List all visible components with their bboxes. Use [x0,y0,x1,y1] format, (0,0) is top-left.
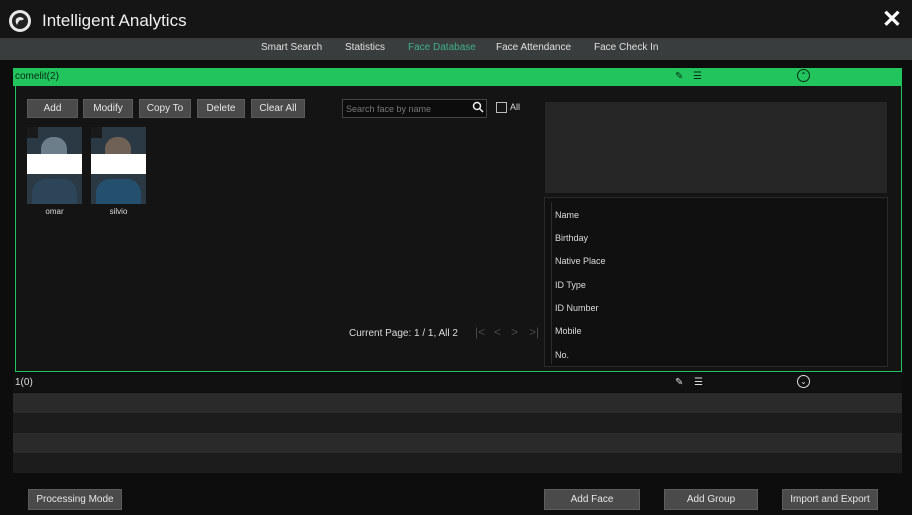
tab-statistics[interactable]: Statistics [345,42,385,53]
group-header-comelit[interactable]: comelit(2) ✎ ☰ ⌃ [13,68,902,86]
privacy-mask [27,154,82,174]
select-corner[interactable] [91,127,102,138]
tab-face-database[interactable]: Face Database [408,42,476,53]
processing-mode-button[interactable]: Processing Mode [28,489,122,510]
list-item [13,433,902,453]
tab-smart-search[interactable]: Smart Search [261,42,322,53]
list-item [13,453,902,473]
copy-to-button[interactable]: Copy To [139,99,191,118]
last-page-icon[interactable]: >| [529,325,539,339]
group-name: 1(0) [15,377,33,388]
tab-bar: Smart Search Statistics Face Database Fa… [0,38,912,60]
import-export-button[interactable]: Import and Export [782,489,878,510]
app-logo-icon [9,10,31,32]
face-card[interactable]: omar [27,127,82,216]
face-name: silvio [109,207,128,216]
next-page-icon[interactable]: > [511,325,518,339]
info-birthday-label: Birthday [555,233,589,243]
select-all-label: All [510,102,521,112]
privacy-mask [91,154,146,174]
trash-icon[interactable]: ☰ [693,71,702,82]
prev-page-icon[interactable]: < [494,325,501,339]
list-item [13,393,902,413]
search-input[interactable] [342,99,487,118]
add-group-button[interactable]: Add Group [664,489,758,510]
empty-list [13,393,902,473]
face-photo [27,127,82,204]
title-bar: Intelligent Analytics ✕ [0,0,912,38]
page-info: Current Page: 1 / 1, All 2 [349,328,458,339]
app-title: Intelligent Analytics [42,11,187,30]
chevron-down-icon[interactable]: ⌄ [797,375,810,388]
select-corner[interactable] [27,127,38,138]
list-item [13,413,902,433]
first-page-icon[interactable]: |< [475,325,485,339]
face-preview [545,102,887,193]
close-icon[interactable]: ✕ [882,8,902,32]
trash-icon[interactable]: ☰ [694,377,703,388]
select-all-checkbox[interactable] [496,102,507,113]
add-button[interactable]: Add [27,99,78,118]
info-name-label: Name [555,210,580,220]
add-face-button[interactable]: Add Face [544,489,640,510]
face-card[interactable]: silvio [91,127,146,216]
chevron-up-icon[interactable]: ⌃ [797,69,810,82]
face-info-panel: Name Birthday Native Place ID Type ID Nu… [544,197,888,367]
info-mobile-label: Mobile [555,326,582,336]
tab-face-check-in[interactable]: Face Check In [594,42,658,53]
group-header-1[interactable]: 1(0) ✎ ☰ ⌄ [13,374,902,392]
delete-button[interactable]: Delete [197,99,245,118]
modify-button[interactable]: Modify [83,99,133,118]
group-name: comelit(2) [15,71,59,82]
pencil-icon[interactable]: ✎ [675,71,683,82]
face-photo [91,127,146,204]
info-native-place-label: Native Place [555,256,606,266]
tab-face-attendance[interactable]: Face Attendance [496,42,571,53]
info-id-type-label: ID Type [555,280,586,290]
info-no-label: No. [555,350,570,360]
pencil-icon[interactable]: ✎ [675,377,683,388]
clear-all-button[interactable]: Clear All [251,99,305,118]
search-icon[interactable] [472,101,484,113]
face-name: omar [45,207,64,216]
info-id-number-label: ID Number [555,303,599,313]
